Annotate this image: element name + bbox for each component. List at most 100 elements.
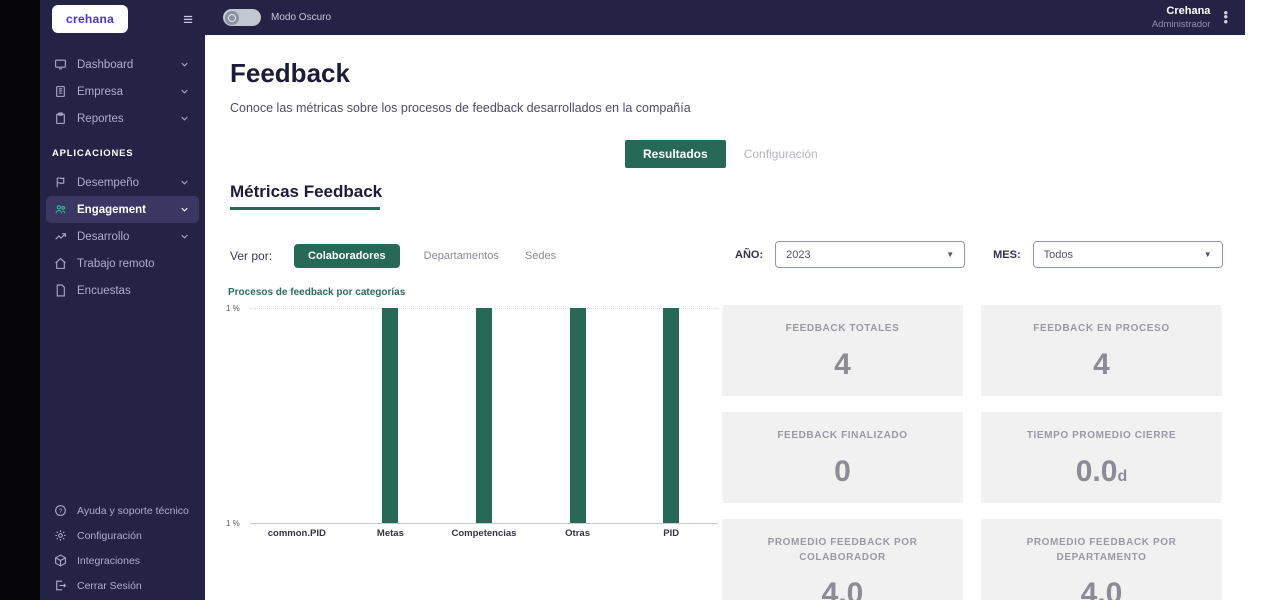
y-axis-tick-top: 1 % bbox=[226, 304, 240, 313]
building-icon bbox=[56, 86, 65, 97]
topbar: Modo Oscuro Crehana Administrador • • • bbox=[205, 0, 1245, 35]
nav-label: Trabajo remoto bbox=[77, 257, 155, 270]
tab-resultados[interactable]: Resultados bbox=[625, 140, 726, 168]
card-value: 4 bbox=[834, 348, 851, 381]
sidebar-footer: ? Ayuda y soporte técnico Configuración … bbox=[46, 498, 199, 598]
chart-bar bbox=[569, 308, 586, 524]
sidebar-item-desarrollo[interactable]: Desarrollo bbox=[46, 223, 199, 250]
card-feedback-en-proceso: FEEDBACK EN PROCESO 4 bbox=[981, 305, 1222, 396]
year-select-value: 2023 bbox=[786, 248, 811, 261]
chevron-down-icon[interactable] bbox=[178, 86, 191, 97]
sidebar: crehana ≡ Dashboard Empresa Reportes APL… bbox=[40, 0, 205, 600]
logout-icon bbox=[56, 580, 67, 591]
left-edge-strip bbox=[0, 0, 40, 600]
chevron-down-icon[interactable] bbox=[178, 113, 191, 124]
card-label: FEEDBACK EN PROCESO bbox=[1033, 323, 1170, 334]
sidebar-item-dashboard[interactable]: Dashboard bbox=[46, 51, 199, 78]
chart-bar bbox=[382, 308, 399, 524]
sidebar-item-empresa[interactable]: Empresa bbox=[46, 78, 199, 105]
card-value: 4.0 bbox=[1080, 577, 1123, 600]
card-label: FEEDBACK TOTALES bbox=[785, 323, 900, 334]
chevron-down-icon[interactable] bbox=[178, 231, 191, 242]
chart-bar-slot bbox=[624, 308, 718, 524]
card-label: FEEDBACK FINALIZADO bbox=[777, 430, 908, 441]
page-subtitle: Conoce las métricas sobre los procesos d… bbox=[230, 101, 691, 115]
sidebar-main-nav: Dashboard Empresa Reportes bbox=[40, 51, 205, 132]
chart-category-label: Competencias bbox=[451, 528, 517, 539]
crehana-logo[interactable]: crehana bbox=[52, 5, 129, 33]
monitor-icon bbox=[55, 59, 66, 70]
chart-bar bbox=[475, 308, 492, 524]
nav-label: Configuración bbox=[77, 529, 142, 542]
chart-category-label: Metas bbox=[376, 528, 404, 539]
filter-sedes[interactable]: Sedes bbox=[523, 244, 558, 268]
section-title: Métricas Feedback bbox=[230, 182, 383, 201]
chart-bar-slot bbox=[344, 308, 438, 524]
chevron-down-icon[interactable] bbox=[178, 177, 191, 188]
dark-mode-toggle[interactable] bbox=[223, 9, 261, 26]
chart-title: Procesos de feedback por categorías bbox=[228, 287, 406, 298]
results-config-tabs: Resultados Configuración bbox=[625, 140, 836, 168]
filter-colaboradores[interactable]: Colaboradores bbox=[294, 244, 400, 268]
toggle-knob-icon bbox=[225, 10, 239, 25]
nav-label: Dashboard bbox=[77, 58, 134, 71]
page-title: Feedback bbox=[230, 58, 350, 88]
nav-label: Desarrollo bbox=[77, 230, 130, 243]
chart-bar-slot bbox=[531, 308, 625, 524]
date-filters: AÑO: 2023 ▼ MES: Todos ▼ bbox=[735, 241, 1223, 268]
kebab-menu-icon[interactable]: • • • bbox=[1220, 6, 1231, 27]
dark-mode-label: Modo Oscuro bbox=[271, 12, 332, 23]
chevron-down-icon[interactable] bbox=[178, 59, 191, 70]
card-label: PROMEDIO FEEDBACK POR COLABORADOR bbox=[767, 537, 918, 563]
month-select[interactable]: Todos ▼ bbox=[1032, 241, 1223, 268]
filter-departamentos[interactable]: Departamentos bbox=[422, 244, 501, 268]
card-value: 0.0 bbox=[1075, 455, 1118, 488]
sidebar-item-ayuda[interactable]: ? Ayuda y soporte técnico bbox=[46, 498, 199, 523]
month-select-value: Todos bbox=[1043, 248, 1073, 261]
chart-x-axis-line bbox=[250, 523, 718, 524]
sidebar-item-cerrar-sesion[interactable]: Cerrar Sesión bbox=[46, 573, 199, 598]
sidebar-item-reportes[interactable]: Reportes bbox=[46, 105, 199, 132]
chart-bars bbox=[250, 308, 718, 524]
clipboard-icon bbox=[56, 112, 65, 124]
view-by-filter: Ver por: Colaboradores Departamentos Sed… bbox=[230, 244, 558, 268]
card-label: TIEMPO PROMEDIO CIERRE bbox=[1026, 430, 1177, 441]
section-title-underline bbox=[230, 207, 380, 210]
sidebar-item-configuracion[interactable]: Configuración bbox=[46, 523, 199, 548]
tab-configuracion[interactable]: Configuración bbox=[726, 140, 836, 168]
sidebar-item-encuestas[interactable]: Encuestas bbox=[46, 277, 199, 304]
nav-label: Empresa bbox=[77, 85, 124, 98]
card-feedback-totales: FEEDBACK TOTALES 4 bbox=[722, 305, 963, 396]
chart-bar-slot bbox=[250, 308, 344, 524]
chevron-down-icon[interactable] bbox=[178, 204, 191, 215]
gear-icon bbox=[55, 530, 66, 541]
chart-category-label: Otras bbox=[565, 528, 590, 539]
nav-label: Encuestas bbox=[77, 284, 131, 297]
card-value: 4.0 bbox=[821, 577, 864, 600]
sidebar-item-trabajo-remoto[interactable]: Trabajo remoto bbox=[46, 250, 199, 277]
flag-icon bbox=[56, 177, 65, 188]
feedback-categories-chart: Procesos de feedback por categorías 1 % … bbox=[226, 287, 718, 539]
sidebar-item-integraciones[interactable]: Integraciones bbox=[46, 548, 199, 573]
nav-label: Integraciones bbox=[77, 554, 141, 567]
chart-category-label: PID bbox=[663, 528, 680, 539]
caret-down-icon: ▼ bbox=[946, 250, 955, 259]
logo-text: crehana bbox=[66, 12, 115, 26]
sidebar-item-desempeno[interactable]: Desempeño bbox=[46, 169, 199, 196]
document-icon bbox=[56, 284, 65, 297]
card-promedio-por-colaborador: PROMEDIO FEEDBACK POR COLABORADOR 4.0 bbox=[722, 519, 963, 600]
hamburger-menu-icon[interactable]: ≡ bbox=[183, 11, 193, 28]
metric-cards: FEEDBACK TOTALES 4 FEEDBACK EN PROCESO 4… bbox=[722, 305, 1222, 600]
trend-up-icon bbox=[55, 233, 66, 240]
chart-x-labels: common.PID Metas Competencias Otras PID bbox=[250, 528, 718, 539]
card-promedio-por-departamento: PROMEDIO FEEDBACK POR DEPARTAMENTO 4.0 bbox=[981, 519, 1222, 600]
year-label: AÑO: bbox=[735, 248, 764, 261]
card-value: 0 bbox=[834, 455, 851, 488]
user-name: Crehana bbox=[1166, 5, 1211, 18]
year-select[interactable]: 2023 ▼ bbox=[775, 241, 966, 268]
users-icon bbox=[55, 205, 66, 214]
card-value-unit: d bbox=[1117, 468, 1128, 485]
sidebar-item-engagement[interactable]: Engagement bbox=[46, 196, 199, 223]
card-label: PROMEDIO FEEDBACK POR DEPARTAMENTO bbox=[1026, 537, 1177, 563]
view-by-label: Ver por: bbox=[230, 249, 273, 263]
